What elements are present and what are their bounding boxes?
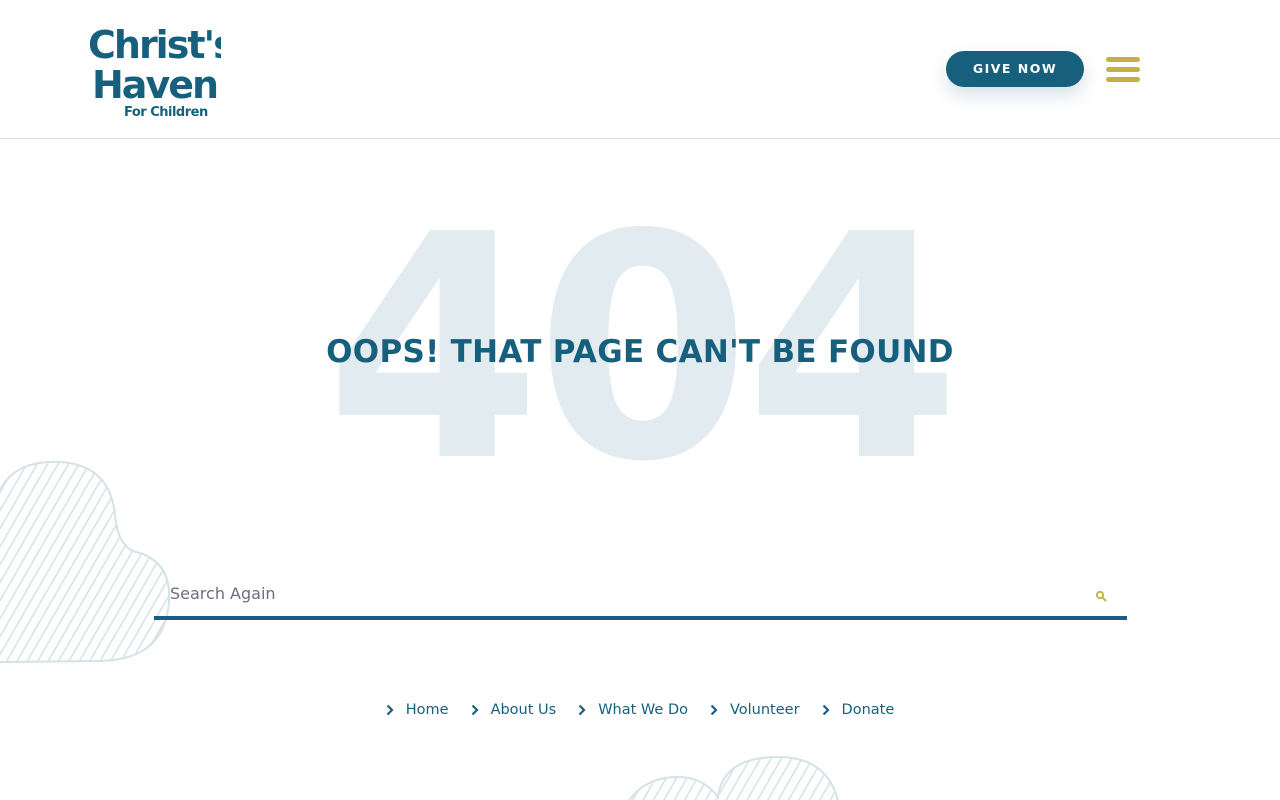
svg-text:Haven: Haven bbox=[92, 63, 217, 107]
footer-nav: Home About Us What We Do Volunteer Donat… bbox=[0, 698, 1280, 722]
chevron-right-icon bbox=[578, 704, 586, 716]
search-form bbox=[154, 570, 1127, 620]
footer-link-label: Volunteer bbox=[729, 702, 800, 718]
footer-link-label: About Us bbox=[490, 702, 557, 718]
page-title: OOPS! THAT PAGE CAN'T BE FOUND bbox=[326, 334, 954, 370]
chevron-right-icon bbox=[471, 704, 479, 716]
site-logo[interactable]: Christ's Haven For Children bbox=[86, 18, 221, 120]
site-header: Christ's Haven For Children GIVE NOW bbox=[0, 0, 1280, 139]
decorative-cloud-bottom bbox=[618, 752, 848, 800]
footer-link-label: What We Do bbox=[598, 702, 688, 718]
decorative-cloud-left bbox=[0, 455, 180, 670]
svg-text:For Children: For Children bbox=[124, 105, 208, 120]
hamburger-menu-icon[interactable] bbox=[1106, 57, 1140, 83]
svg-text:Christ's: Christ's bbox=[88, 23, 221, 67]
footer-link-label: Home bbox=[405, 702, 449, 718]
chevron-right-icon bbox=[386, 704, 394, 716]
chevron-right-icon bbox=[822, 704, 830, 716]
footer-link-what-we-do[interactable]: What We Do bbox=[578, 698, 688, 722]
give-now-button[interactable]: GIVE NOW bbox=[946, 51, 1084, 87]
chevron-right-icon bbox=[710, 704, 718, 716]
footer-link-volunteer[interactable]: Volunteer bbox=[710, 698, 800, 722]
search-icon[interactable] bbox=[1095, 587, 1107, 602]
search-input[interactable] bbox=[154, 570, 1054, 616]
footer-link-home[interactable]: Home bbox=[386, 698, 449, 722]
footer-link-donate[interactable]: Donate bbox=[822, 698, 895, 722]
footer-link-label: Donate bbox=[841, 702, 895, 718]
footer-link-about-us[interactable]: About Us bbox=[471, 698, 557, 722]
